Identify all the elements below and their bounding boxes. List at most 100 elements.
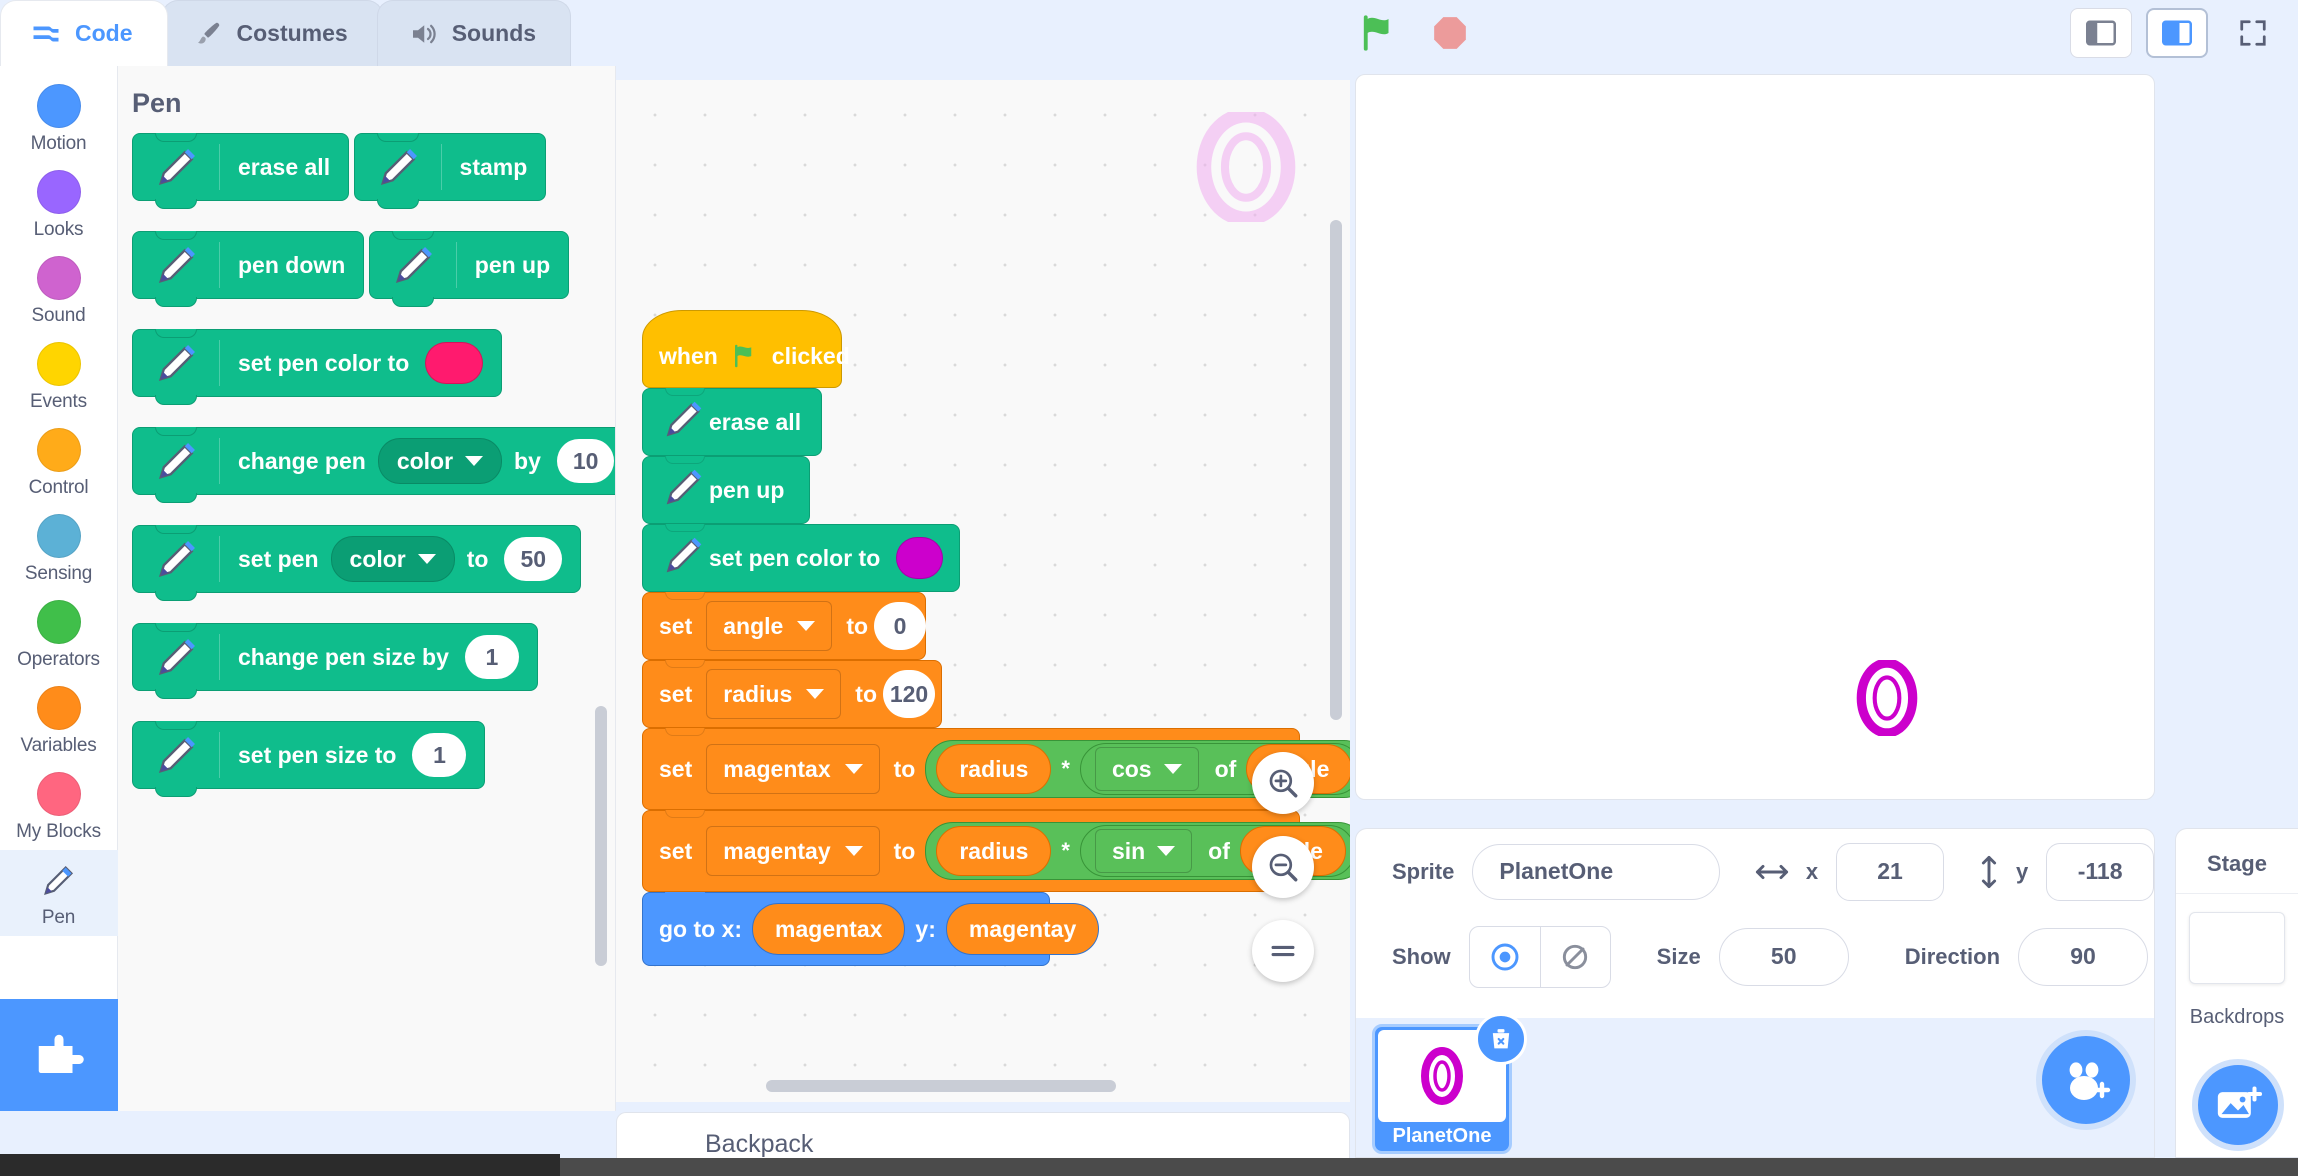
add-sprite-button[interactable] bbox=[2036, 1030, 2136, 1130]
pen-icon bbox=[151, 631, 203, 683]
pen-icon bbox=[388, 239, 440, 291]
brush-icon bbox=[193, 19, 223, 49]
of-keyword: of bbox=[1214, 755, 1237, 782]
block-set-angle[interactable]: set angle to 0 bbox=[642, 592, 927, 660]
delete-sprite-icon[interactable] bbox=[1475, 1013, 1527, 1065]
variable-name: magentax bbox=[723, 755, 831, 782]
variable-reporter-magentay[interactable]: magentay bbox=[945, 903, 1100, 955]
angle-value-input[interactable]: 0 bbox=[874, 602, 927, 650]
set-pen-size-input[interactable]: 1 bbox=[412, 733, 467, 777]
chevron-down-icon bbox=[844, 846, 863, 856]
block-set-pen-color-to[interactable]: set pen color to bbox=[642, 524, 960, 592]
sprite-name-input[interactable]: PlanetOne bbox=[1472, 843, 1720, 900]
script-workspace[interactable]: when clicked erase all pen up set pen co… bbox=[616, 80, 1350, 1102]
radius-value-input[interactable]: 120 bbox=[883, 670, 935, 718]
looks-dot-icon bbox=[36, 169, 81, 214]
block-go-to-xy[interactable]: go to x: magentax y: magentay bbox=[642, 892, 1100, 966]
palette-block-stamp[interactable]: stamp bbox=[353, 133, 547, 209]
category-motion[interactable]: Motion bbox=[0, 76, 118, 162]
tab-sounds-label: Sounds bbox=[451, 20, 537, 46]
tab-costumes[interactable]: Costumes bbox=[161, 0, 383, 66]
variable-dropdown-magentay[interactable]: magentay bbox=[706, 826, 880, 876]
block-set-radius[interactable]: set radius to 120 bbox=[642, 660, 942, 728]
show-sprite-icon[interactable] bbox=[1470, 927, 1540, 987]
change-pen-amount-input[interactable]: 10 bbox=[556, 439, 615, 483]
block-erase-all[interactable]: erase all bbox=[642, 388, 822, 456]
variable-dropdown-angle[interactable]: angle bbox=[706, 601, 833, 651]
category-sound[interactable]: Sound bbox=[0, 248, 118, 334]
pen-color-swatch[interactable] bbox=[425, 342, 484, 384]
add-backdrop-button[interactable] bbox=[2192, 1059, 2284, 1151]
change-pen-size-input[interactable]: 1 bbox=[464, 635, 519, 679]
stage-backdrop-thumbnail[interactable] bbox=[2189, 912, 2285, 984]
category-sensing-label: Sensing bbox=[24, 562, 93, 584]
palette-block-set-pen-color-to[interactable]: set pen color to bbox=[132, 329, 503, 405]
category-pen[interactable]: Pen bbox=[0, 850, 118, 936]
green-flag-icon[interactable] bbox=[1355, 10, 1401, 56]
erase-all-label: erase all bbox=[709, 408, 802, 435]
category-operators[interactable]: Operators bbox=[0, 592, 118, 678]
category-pen-label: Pen bbox=[41, 906, 76, 928]
block-set-magentax[interactable]: set magentax to radius * cos of an bbox=[642, 728, 1350, 810]
divider bbox=[219, 536, 220, 582]
variable-reporter-magentax[interactable]: magentax bbox=[752, 903, 906, 955]
stop-sign-icon[interactable] bbox=[1427, 10, 1473, 56]
palette-block-set-pen-to[interactable]: set pen color to 50 bbox=[132, 525, 582, 601]
palette-block-erase-all[interactable]: erase all bbox=[132, 133, 350, 209]
category-looks[interactable]: Looks bbox=[0, 162, 118, 248]
workspace-vertical-scrollbar[interactable] bbox=[1330, 220, 1342, 720]
sprite-direction-input[interactable]: 90 bbox=[2018, 927, 2149, 986]
pen-color-swatch[interactable] bbox=[896, 537, 943, 579]
small-stage-icon[interactable] bbox=[2070, 8, 2132, 58]
sprite-x-input[interactable]: 21 bbox=[1836, 842, 1944, 901]
zoom-reset-icon[interactable] bbox=[1252, 920, 1314, 982]
zoom-in-icon[interactable] bbox=[1252, 752, 1314, 814]
palette-block-change-pen-by[interactable]: change pen color by 10 bbox=[132, 427, 615, 503]
pen-attribute-dropdown[interactable]: color bbox=[330, 536, 455, 582]
hide-sprite-icon[interactable] bbox=[1539, 926, 1610, 987]
chevron-down-icon bbox=[806, 689, 825, 699]
clicked-label: clicked bbox=[771, 342, 850, 369]
sprite-info-row-1: Sprite PlanetOne x 21 y -118 bbox=[1356, 829, 2155, 914]
set-pen-value-input[interactable]: 50 bbox=[504, 537, 563, 581]
category-variables[interactable]: Variables bbox=[0, 678, 118, 764]
stage-sprite-planetone[interactable] bbox=[1856, 658, 1918, 741]
variable-reporter-radius[interactable]: radius bbox=[936, 826, 1052, 876]
category-control[interactable]: Control bbox=[0, 420, 118, 506]
variable-dropdown-magentax[interactable]: magentax bbox=[706, 744, 880, 794]
category-my-blocks[interactable]: My Blocks bbox=[0, 764, 118, 850]
tab-code[interactable]: Code bbox=[0, 0, 168, 66]
tab-sounds[interactable]: Sounds bbox=[376, 0, 572, 66]
palette-block-set-pen-size[interactable]: set pen size to 1 bbox=[132, 721, 486, 797]
sprite-size-input[interactable]: 50 bbox=[1718, 927, 1849, 986]
category-sensing[interactable]: Sensing bbox=[0, 506, 118, 592]
palette-block-change-pen-size[interactable]: change pen size by 1 bbox=[132, 623, 538, 699]
zoom-out-icon[interactable] bbox=[1252, 836, 1314, 898]
sprite-card-planetone[interactable]: PlanetOne bbox=[1372, 1013, 1527, 1154]
palette-scrollbar[interactable] bbox=[595, 706, 607, 966]
block-pen-up[interactable]: pen up bbox=[642, 456, 810, 524]
large-stage-icon[interactable] bbox=[2146, 8, 2208, 58]
sprite-y-input[interactable]: -118 bbox=[2046, 842, 2155, 901]
palette-block-pen-down[interactable]: pen down bbox=[132, 231, 365, 307]
add-backdrop-icon bbox=[2217, 1086, 2262, 1118]
variable-reporter-radius[interactable]: radius bbox=[936, 744, 1052, 794]
fullscreen-icon[interactable] bbox=[2222, 8, 2284, 58]
palette-block-label-a: change pen bbox=[238, 447, 366, 474]
block-when-flag-clicked[interactable]: when clicked bbox=[642, 310, 850, 388]
block-palette[interactable]: Pen erase all stamp pen down pen up set … bbox=[118, 66, 616, 1111]
pen-icon bbox=[373, 141, 425, 193]
variable-name: magentay bbox=[723, 837, 831, 864]
stage-canvas[interactable] bbox=[1355, 74, 2155, 800]
pen-attribute-dropdown[interactable]: color bbox=[377, 438, 503, 484]
mathop-dropdown[interactable]: cos bbox=[1094, 747, 1199, 791]
add-extension-button[interactable] bbox=[0, 999, 118, 1111]
script-stack[interactable]: when clicked erase all pen up set pen co… bbox=[642, 310, 1350, 966]
workspace-horizontal-scrollbar[interactable] bbox=[766, 1080, 1116, 1092]
pen-icon bbox=[659, 530, 709, 586]
mathop-dropdown[interactable]: sin bbox=[1094, 829, 1193, 873]
variable-dropdown-radius[interactable]: radius bbox=[706, 669, 842, 719]
category-events[interactable]: Events bbox=[0, 334, 118, 420]
block-set-magentay[interactable]: set magentay to radius * sin of an bbox=[642, 810, 1350, 892]
palette-block-pen-up[interactable]: pen up bbox=[368, 231, 570, 307]
